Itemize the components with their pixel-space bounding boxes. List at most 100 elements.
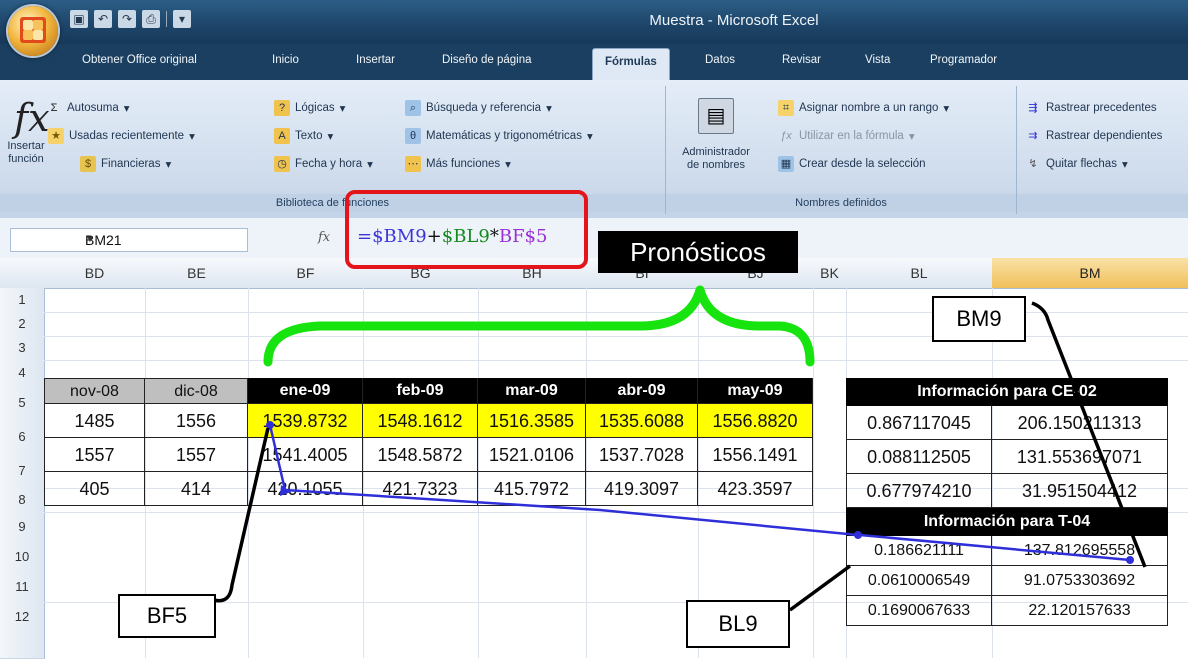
info-t-title[interactable]: Información para T-04 [846,508,1168,536]
info-ce-title[interactable]: Información para CE-02 [846,378,1168,406]
header-cell-ene09[interactable]: ene-09 [248,378,363,404]
tab-view[interactable]: Vista [865,54,890,66]
cell-be6[interactable]: 1557 [145,438,248,472]
cell-bh5[interactable]: 1516.3585 [478,404,586,438]
cell-bm7[interactable]: 31.951504412 [992,474,1168,508]
cell-bf5[interactable]: 1539.8732 [248,404,363,438]
cell-bh7[interactable]: 415.7972 [478,472,586,506]
use-in-formula-button[interactable]: ƒx Utilizar en la fórmula ▾ [778,128,914,144]
cell-bi6[interactable]: 1537.7028 [586,438,698,472]
row-header-4[interactable]: 4 [0,360,45,387]
tab-insert[interactable]: Insertar [356,54,395,66]
cell-bf6[interactable]: 1541.4005 [248,438,363,472]
trace-precedents-icon: ⇶ [1028,102,1038,114]
header-cell-dic08[interactable]: dic-08 [145,378,248,404]
row-header-9[interactable]: 9 [0,512,45,543]
column-header-bl[interactable]: BL [846,258,993,289]
cell-bj5[interactable]: 1556.8820 [698,404,813,438]
create-from-selection-button[interactable]: ▦ Crear desde la selección [778,156,926,172]
cell-bj7[interactable]: 423.3597 [698,472,813,506]
column-header-bk[interactable]: BK [813,258,847,289]
cell-bm11[interactable]: 22.120157633 [992,596,1168,626]
cell-bg5[interactable]: 1548.1612 [363,404,478,438]
header-cell-nov08[interactable]: nov-08 [44,378,145,404]
cell-bh6[interactable]: 1521.0106 [478,438,586,472]
select-all-corner[interactable] [0,258,45,289]
recent-functions-button[interactable]: ★ Usadas recientemente ▾ [48,128,195,144]
name-box[interactable]: BM21 ▼ [10,228,248,252]
cell-bf7[interactable]: 420.1055 [248,472,363,506]
logical-button[interactable]: ? Lógicas ▾ [274,100,345,116]
tag-icon: ⌗ [778,100,794,116]
datetime-button[interactable]: ◷ Fecha y hora ▾ [274,156,373,172]
tab-developer[interactable]: Programador [930,54,997,66]
autosum-button[interactable]: Σ Autosuma ▾ [46,100,130,116]
cell-bl5[interactable]: 0.867117045 [846,406,992,440]
column-header-be[interactable]: BE [145,258,249,289]
column-header-bm[interactable]: BM [992,258,1188,289]
text-button[interactable]: A Texto ▾ [274,128,333,144]
row-header-12[interactable]: 12 [0,602,45,659]
cell-bm10[interactable]: 91.0753303692 [992,566,1168,596]
cell-bg7[interactable]: 421.7323 [363,472,478,506]
cell-bj6[interactable]: 1556.1491 [698,438,813,472]
row-header-8[interactable]: 8 [0,488,45,513]
group-formula-auditing: ⇶ Rastrear precedentes ⇉ Rastrear depend… [1017,86,1188,214]
more-functions-button[interactable]: ⋯ Más funciones ▾ [405,156,511,172]
cell-be7[interactable]: 414 [145,472,248,506]
financial-button[interactable]: $ Financieras ▾ [80,156,171,172]
tab-review[interactable]: Revisar [782,54,821,66]
trace-precedents-button[interactable]: ⇶ Rastrear precedentes [1025,100,1156,116]
row-header-1[interactable]: 1 [0,288,45,313]
remove-arrows-button[interactable]: ↯ Quitar flechas ▾ [1025,156,1127,172]
title-bar: ▣ ↶ ↷ ⎙ ▾ Muestra - Microsoft Excel [0,0,1188,44]
tab-data[interactable]: Datos [705,54,735,66]
office-button[interactable] [8,6,58,56]
math-button[interactable]: θ Matemáticas y trigonométricas ▾ [405,128,593,144]
header-cell-feb09[interactable]: feb-09 [363,378,478,404]
cell-bl6[interactable]: 0.088112505 [846,440,992,474]
cell-bi7[interactable]: 419.3097 [586,472,698,506]
cell-bi5[interactable]: 1535.6088 [586,404,698,438]
formula-highlight-box [345,190,588,269]
trace-dependents-button[interactable]: ⇉ Rastrear dependientes [1025,128,1162,144]
row-header-2[interactable]: 2 [0,312,45,337]
tab-formulas[interactable]: Fórmulas [592,48,670,81]
chevron-down-icon[interactable]: ▼ [85,229,239,251]
row-header-11[interactable]: 11 [0,572,45,603]
row-header-3[interactable]: 3 [0,336,45,361]
cell-be5[interactable]: 1556 [145,404,248,438]
row-header-6[interactable]: 6 [0,420,45,455]
table-icon: ▦ [778,156,794,172]
cell-bl10[interactable]: 0.0610006549 [846,566,992,596]
cell-bd7[interactable]: 405 [44,472,145,506]
row-header-7[interactable]: 7 [0,454,45,489]
fx-icon: fx [14,96,50,140]
cell-bg6[interactable]: 1548.5872 [363,438,478,472]
more-functions-icon: ⋯ [405,156,421,172]
cell-bm9[interactable]: 137.812695558 [992,536,1168,566]
cell-bl7[interactable]: 0.677974210 [846,474,992,508]
column-header-bd[interactable]: BD [44,258,146,289]
cell-bm5[interactable]: 206.150211313 [992,406,1168,440]
insert-function-fx-icon[interactable]: fx [318,230,330,245]
logical-book-icon: ? [274,100,290,116]
tab-page-layout[interactable]: Diseño de página [442,54,532,66]
tab-home[interactable]: Inicio [272,54,299,66]
lookup-button[interactable]: ⌕ Búsqueda y referencia ▾ [405,100,552,116]
row-header-10[interactable]: 10 [0,542,45,573]
row-header-5[interactable]: 5 [0,386,45,421]
header-cell-mar09[interactable]: mar-09 [478,378,586,404]
group-title-defined-names: Nombres definidos [666,194,1016,212]
tab-get-office[interactable]: Obtener Office original [82,54,197,66]
trace-dependents-icon: ⇉ [1028,130,1038,142]
cell-bl11[interactable]: 0.1690067633 [846,596,992,626]
cell-bd6[interactable]: 1557 [44,438,145,472]
cell-bm6[interactable]: 131.553697071 [992,440,1168,474]
header-cell-may09[interactable]: may-09 [698,378,813,404]
assign-name-button[interactable]: ⌗ Asignar nombre a un rango ▾ [778,100,949,116]
math-book-icon: θ [405,128,421,144]
cell-bl9[interactable]: 0.186621111 [846,536,992,566]
cell-bd5[interactable]: 1485 [44,404,145,438]
header-cell-abr09[interactable]: abr-09 [586,378,698,404]
